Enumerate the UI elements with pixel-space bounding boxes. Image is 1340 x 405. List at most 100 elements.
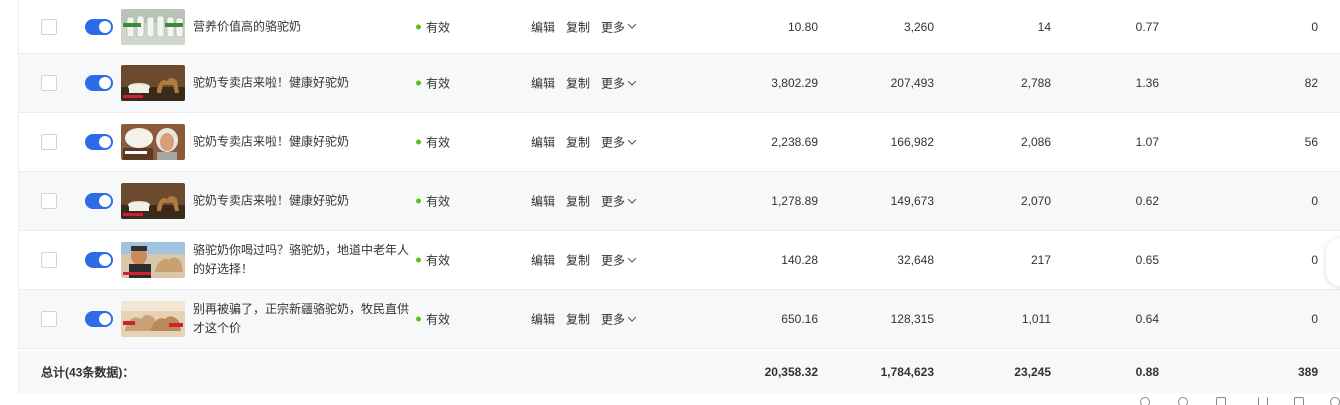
row-actions: 编辑 复制 更多	[531, 193, 637, 210]
impressions-cell: 3,260	[903, 19, 934, 34]
copy-link[interactable]: 复制	[566, 252, 590, 269]
chevron-down-icon	[627, 76, 637, 86]
status-toggle[interactable]	[85, 134, 113, 150]
moon-icon[interactable]	[1178, 397, 1188, 405]
conversions-cell: 0	[1311, 19, 1318, 34]
edit-link[interactable]: 编辑	[531, 311, 555, 328]
edit-link[interactable]: 编辑	[531, 134, 555, 151]
link-icon[interactable]	[1140, 397, 1150, 405]
ad-title[interactable]: 驼奶专卖店来啦！健康好驼奶	[193, 192, 409, 211]
trash-icon[interactable]	[1216, 397, 1226, 405]
status-dot-icon	[416, 24, 421, 29]
row-checkbox[interactable]	[41, 193, 57, 209]
copy-link[interactable]: 复制	[566, 193, 590, 210]
ad-title[interactable]: 别再被骗了，正宗新疆骆驼奶，牧民直供才这个价	[193, 300, 409, 338]
copy-link[interactable]: 复制	[566, 75, 590, 92]
more-dropdown[interactable]: 更多	[601, 18, 637, 35]
row-checkbox[interactable]	[41, 252, 57, 268]
clicks-cell: 2,070	[1020, 194, 1051, 208]
search-icon[interactable]	[1330, 397, 1340, 405]
row-actions: 编辑 复制 更多	[531, 134, 637, 151]
status-text: 有效	[426, 253, 451, 268]
ad-thumbnail[interactable]	[121, 242, 185, 278]
status-toggle[interactable]	[85, 252, 113, 268]
status-dot-icon	[416, 139, 421, 145]
rate-cell: 0.65	[1135, 253, 1159, 267]
status-toggle[interactable]	[85, 18, 113, 35]
cost-cell: 140.28	[781, 253, 818, 267]
table-row: 营养价值高的骆驼奶 有效 编辑 复制 更多 10.80 3,260 14 0.7…	[19, 0, 1340, 54]
conversions-cell: 56	[1304, 135, 1318, 149]
summary-label: 总计(43条数据)：	[41, 365, 135, 380]
more-dropdown[interactable]: 更多	[601, 311, 637, 328]
impressions-cell: 32,648	[897, 253, 934, 267]
row-checkbox[interactable]	[41, 75, 57, 91]
ad-thumbnail[interactable]	[121, 183, 185, 219]
status-toggle[interactable]	[85, 75, 113, 91]
cost-cell: 10.80	[787, 19, 818, 34]
ad-title[interactable]: 骆驼奶你喝过吗？骆驼奶，地道中老年人的好选择！	[193, 241, 409, 279]
impressions-cell: 149,673	[890, 194, 934, 208]
ad-title[interactable]: 驼奶专卖店来啦！健康好驼奶	[193, 133, 409, 152]
impressions-cell: 207,493	[890, 76, 934, 90]
table-row: 骆驼奶你喝过吗？骆驼奶，地道中老年人的好选择！ 有效 编辑 复制 更多 140.…	[19, 231, 1340, 290]
more-dropdown[interactable]: 更多	[601, 75, 637, 92]
status-toggle[interactable]	[85, 193, 113, 209]
table-row: 驼奶专卖店来啦！健康好驼奶 有效 编辑 复制 更多 1,278.89 149,6…	[19, 172, 1340, 231]
bottom-toolbar	[0, 393, 1340, 405]
rate-cell: 1.07	[1135, 135, 1159, 149]
status-cell: 有效	[416, 18, 450, 35]
ad-thumbnail[interactable]	[121, 301, 185, 337]
ad-table: 营养价值高的骆驼奶 有效 编辑 复制 更多 10.80 3,260 14 0.7…	[18, 0, 1340, 349]
row-checkbox[interactable]	[41, 311, 57, 327]
row-actions: 编辑 复制 更多	[531, 75, 637, 92]
status-dot-icon	[416, 316, 421, 322]
chevron-down-icon	[627, 194, 637, 204]
ad-thumbnail[interactable]	[121, 8, 185, 45]
status-toggle[interactable]	[85, 311, 113, 327]
more-label: 更多	[601, 20, 626, 34]
copy-link[interactable]: 复制	[566, 134, 590, 151]
more-dropdown[interactable]: 更多	[601, 193, 637, 210]
more-dropdown[interactable]: 更多	[601, 134, 637, 151]
toggle-knob	[99, 136, 111, 148]
edit-link[interactable]: 编辑	[531, 193, 555, 210]
row-checkbox[interactable]	[41, 18, 57, 35]
copy-link[interactable]: 复制	[566, 311, 590, 328]
status-dot-icon	[416, 198, 421, 204]
more-dropdown[interactable]: 更多	[601, 252, 637, 269]
ad-thumbnail[interactable]	[121, 65, 185, 101]
table-row: 别再被骗了，正宗新疆骆驼奶，牧民直供才这个价 有效 编辑 复制 更多 650.1…	[19, 290, 1340, 349]
edit-link[interactable]: 编辑	[531, 75, 555, 92]
total-conversions: 389	[1297, 365, 1318, 379]
old-man-image	[121, 242, 185, 278]
copy-link[interactable]: 复制	[566, 18, 590, 35]
status-text: 有效	[426, 135, 451, 150]
toggle-knob	[99, 254, 111, 266]
row-checkbox[interactable]	[41, 134, 57, 150]
clicks-cell: 14	[1037, 19, 1051, 34]
milk-bottles-image	[121, 8, 185, 45]
table-row: 驼奶专卖店来啦！健康好驼奶 有效 编辑 复制 更多 3,802.29 207,4…	[19, 54, 1340, 113]
conversions-cell: 0	[1311, 194, 1318, 208]
total-cost: 20,358.32	[764, 365, 818, 379]
ad-thumbnail[interactable]	[121, 124, 185, 160]
total-clicks: 23,245	[1014, 365, 1051, 379]
more-label: 更多	[601, 312, 626, 327]
edit-link[interactable]: 编辑	[531, 252, 555, 269]
edit-link[interactable]: 编辑	[531, 18, 555, 35]
ad-title[interactable]: 营养价值高的骆驼奶	[193, 17, 409, 36]
camel-milk-image	[121, 183, 185, 219]
side-scroll-button[interactable]	[1326, 238, 1340, 286]
clicks-cell: 2,086	[1020, 135, 1051, 149]
ad-title[interactable]: 驼奶专卖店来啦！健康好驼奶	[193, 74, 409, 93]
volume-icon[interactable]	[1258, 397, 1268, 405]
toggle-knob	[99, 77, 111, 89]
table-row: 驼奶专卖店来啦！健康好驼奶 有效 编辑 复制 更多 2,238.69 166,9…	[19, 113, 1340, 172]
status-cell: 有效	[416, 75, 450, 92]
summary-row: 总计(43条数据)： 20,358.32 1,784,623 23,245 0.…	[18, 351, 1340, 393]
copy-icon[interactable]	[1294, 397, 1304, 405]
clicks-cell: 217	[1030, 253, 1051, 267]
clicks-cell: 1,011	[1021, 312, 1051, 326]
rate-cell: 0.62	[1135, 194, 1159, 208]
